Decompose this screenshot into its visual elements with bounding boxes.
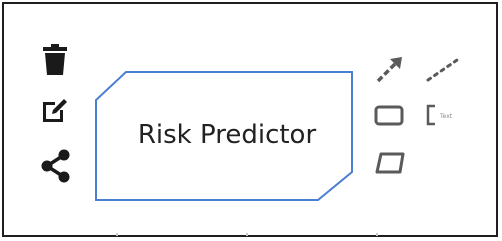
arrow-connection-icon: [376, 57, 402, 83]
share-icon: [41, 149, 70, 183]
append-connection-button[interactable]: [375, 54, 405, 84]
connect-button[interactable]: [41, 149, 71, 183]
append-text-annotation-button[interactable]: [425, 104, 441, 126]
trash-icon: [43, 44, 67, 75]
text-annotation-icon: [426, 104, 435, 126]
append-task-button[interactable]: [373, 103, 405, 129]
edit-icon: [43, 99, 67, 122]
delete-button[interactable]: [42, 44, 68, 76]
append-data-object-button[interactable]: [373, 150, 407, 178]
rectangle-icon: [374, 105, 404, 126]
edit-label-button[interactable]: [41, 96, 69, 124]
parallelogram-icon: [375, 152, 405, 174]
text-annotation-label: Text: [440, 113, 453, 120]
dotted-association-icon: [426, 56, 462, 82]
append-association-button[interactable]: [424, 54, 464, 84]
node-label[interactable]: Risk Predictor: [96, 70, 354, 200]
